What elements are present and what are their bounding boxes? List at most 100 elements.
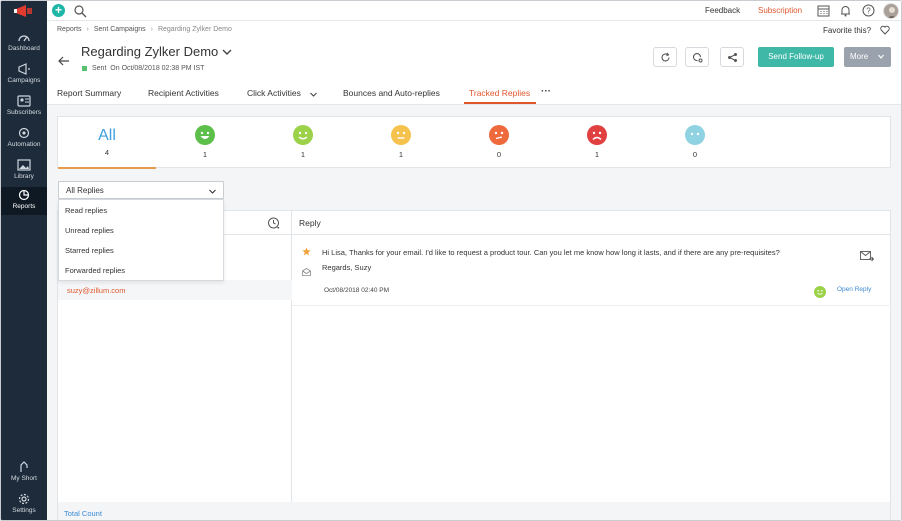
sidebar-item-label: Library — [14, 173, 34, 180]
svg-text:?: ? — [866, 7, 871, 16]
tab-bounces-auto-replies[interactable]: Bounces and Auto-replies — [343, 88, 440, 98]
tab-bar: Report Summary Recipient Activities Clic… — [47, 81, 901, 105]
search-icon[interactable] — [73, 4, 87, 18]
rating-count: 1 — [594, 150, 600, 159]
add-button[interactable]: + — [52, 4, 65, 17]
sidebar-item-reports[interactable]: Reports — [1, 187, 47, 215]
status-date: On Oct/08/2018 02:38 PM IST — [110, 65, 205, 72]
rating-all[interactable]: All 4 — [58, 117, 156, 169]
filter-option-starred[interactable]: Starred replies — [65, 246, 114, 255]
calendar-icon[interactable] — [817, 4, 830, 17]
filter-option-read[interactable]: Read replies — [65, 206, 107, 215]
app-logo-icon[interactable] — [14, 4, 34, 18]
reply-filter-value: All Replies — [66, 186, 104, 195]
total-count-label: Total Count — [64, 509, 102, 518]
sync-settings-button[interactable] — [685, 47, 709, 67]
reply-footer — [292, 502, 890, 520]
dashboard-icon — [18, 35, 30, 42]
reply-filter-select[interactable]: All Replies — [58, 181, 224, 199]
breadcrumb-current: Regarding Zylker Demo — [157, 26, 232, 33]
tab-click-activities[interactable]: Click Activities — [247, 88, 301, 98]
rating-count: 1 — [300, 150, 306, 159]
open-reply-link[interactable]: Open Reply — [837, 286, 871, 293]
tab-report-summary[interactable]: Report Summary — [57, 88, 121, 98]
send-follow-up-button[interactable]: Send Follow-up — [758, 47, 834, 67]
shortcut-icon — [20, 461, 28, 472]
help-icon[interactable]: ? — [862, 4, 875, 17]
tab-recipient-activities[interactable]: Recipient Activities — [148, 88, 219, 98]
favorite-label[interactable]: Favorite this? — [823, 26, 871, 35]
sidebar-item-campaigns[interactable]: Campaigns — [1, 61, 47, 93]
rating-very-happy[interactable]: 1 — [156, 117, 254, 169]
feedback-link[interactable]: Feedback — [705, 6, 740, 15]
reply-header-label: Reply — [299, 218, 321, 228]
sidebar-item-label: Reports — [12, 203, 36, 210]
star-icon[interactable] — [302, 247, 311, 256]
rating-count: 1 — [202, 150, 208, 159]
top-bar: + Feedback Subscription ? — [47, 1, 901, 21]
breadcrumb-separator: › — [150, 26, 153, 33]
rating-neutral[interactable]: 1 — [352, 117, 450, 169]
reply-divider — [292, 305, 889, 306]
envelope-open-icon[interactable] — [302, 268, 311, 276]
sidebar-item-subscribers[interactable]: Subscribers — [1, 93, 47, 125]
share-button[interactable] — [720, 47, 744, 67]
happy-face-icon — [293, 125, 313, 145]
status-text: Sent On Oct/08/2018 02:38 PM IST — [92, 65, 204, 72]
breadcrumb-separator: › — [86, 26, 89, 33]
more-button[interactable]: More — [844, 47, 891, 67]
forward-mail-icon[interactable] — [860, 251, 874, 262]
sidebar: Dashboard Campaigns Subscribers Automati… — [1, 1, 47, 520]
sidebar-item-settings[interactable]: Settings — [1, 491, 47, 520]
rating-no-rating[interactable]: 0 — [646, 117, 744, 169]
user-avatar-icon — [887, 7, 897, 18]
recipient-email: suzy@zillum.com — [67, 286, 126, 295]
refresh-button[interactable] — [653, 47, 677, 67]
rating-all-label: All — [98, 127, 116, 144]
filter-option-unread[interactable]: Unread replies — [65, 226, 114, 235]
sidebar-item-label: Settings — [12, 507, 36, 514]
sidebar-item-my-short[interactable]: My Short — [1, 459, 47, 491]
sort-by-time-icon[interactable] — [267, 216, 281, 230]
chevron-down-icon[interactable] — [310, 92, 317, 97]
reply-filter-menu: Read replies Unread replies Starred repl… — [58, 199, 224, 281]
refresh-icon — [661, 52, 670, 62]
subscription-link[interactable]: Subscription — [758, 6, 802, 15]
breadcrumb-reports[interactable]: Reports — [57, 26, 82, 33]
filter-option-forwarded[interactable]: Forwarded replies — [65, 266, 125, 275]
reply-date: Oct/08/2018 02:40 PM — [324, 287, 390, 294]
automation-icon — [18, 127, 30, 139]
breadcrumb-sent-campaigns[interactable]: Sent Campaigns — [94, 26, 146, 33]
reply-header: Reply — [292, 211, 890, 235]
app-window: Dashboard Campaigns Subscribers Automati… — [0, 0, 902, 521]
list-item[interactable]: suzy@zillum.com — [58, 280, 292, 300]
megaphone-icon — [18, 63, 30, 75]
rating-filter-strip: All 4 1 1 1 0 1 0 — [57, 116, 891, 169]
more-tabs-button[interactable]: ··· — [541, 86, 551, 97]
bell-icon[interactable] — [839, 4, 852, 17]
happy-face-icon — [814, 286, 826, 298]
status-label: Sent — [92, 65, 107, 72]
neutral-face-icon — [391, 125, 411, 145]
active-tab-indicator — [464, 102, 536, 104]
tab-tracked-replies[interactable]: Tracked Replies — [469, 88, 530, 98]
rating-happy[interactable]: 1 — [254, 117, 352, 169]
share-icon — [728, 53, 737, 62]
rating-unhappy[interactable]: 0 — [450, 117, 548, 169]
gear-icon — [18, 493, 30, 505]
sidebar-item-label: Campaigns — [7, 77, 41, 84]
chevron-down-icon[interactable] — [222, 48, 232, 56]
sidebar-item-automation[interactable]: Automation — [1, 125, 47, 157]
avatar[interactable] — [883, 3, 899, 19]
sidebar-item-dashboard[interactable]: Dashboard — [1, 29, 47, 61]
sidebar-item-library[interactable]: Library — [1, 157, 47, 189]
sidebar-item-label: Subscribers — [6, 109, 42, 116]
contacts-icon — [17, 95, 31, 107]
sync-icon — [692, 53, 703, 63]
sidebar-item-label: Dashboard — [8, 45, 40, 52]
image-icon — [17, 159, 31, 171]
heart-icon[interactable] — [880, 25, 890, 35]
sidebar-item-label: My Short — [10, 475, 37, 482]
back-arrow-icon[interactable] — [58, 56, 70, 66]
rating-angry[interactable]: 1 — [548, 117, 646, 169]
